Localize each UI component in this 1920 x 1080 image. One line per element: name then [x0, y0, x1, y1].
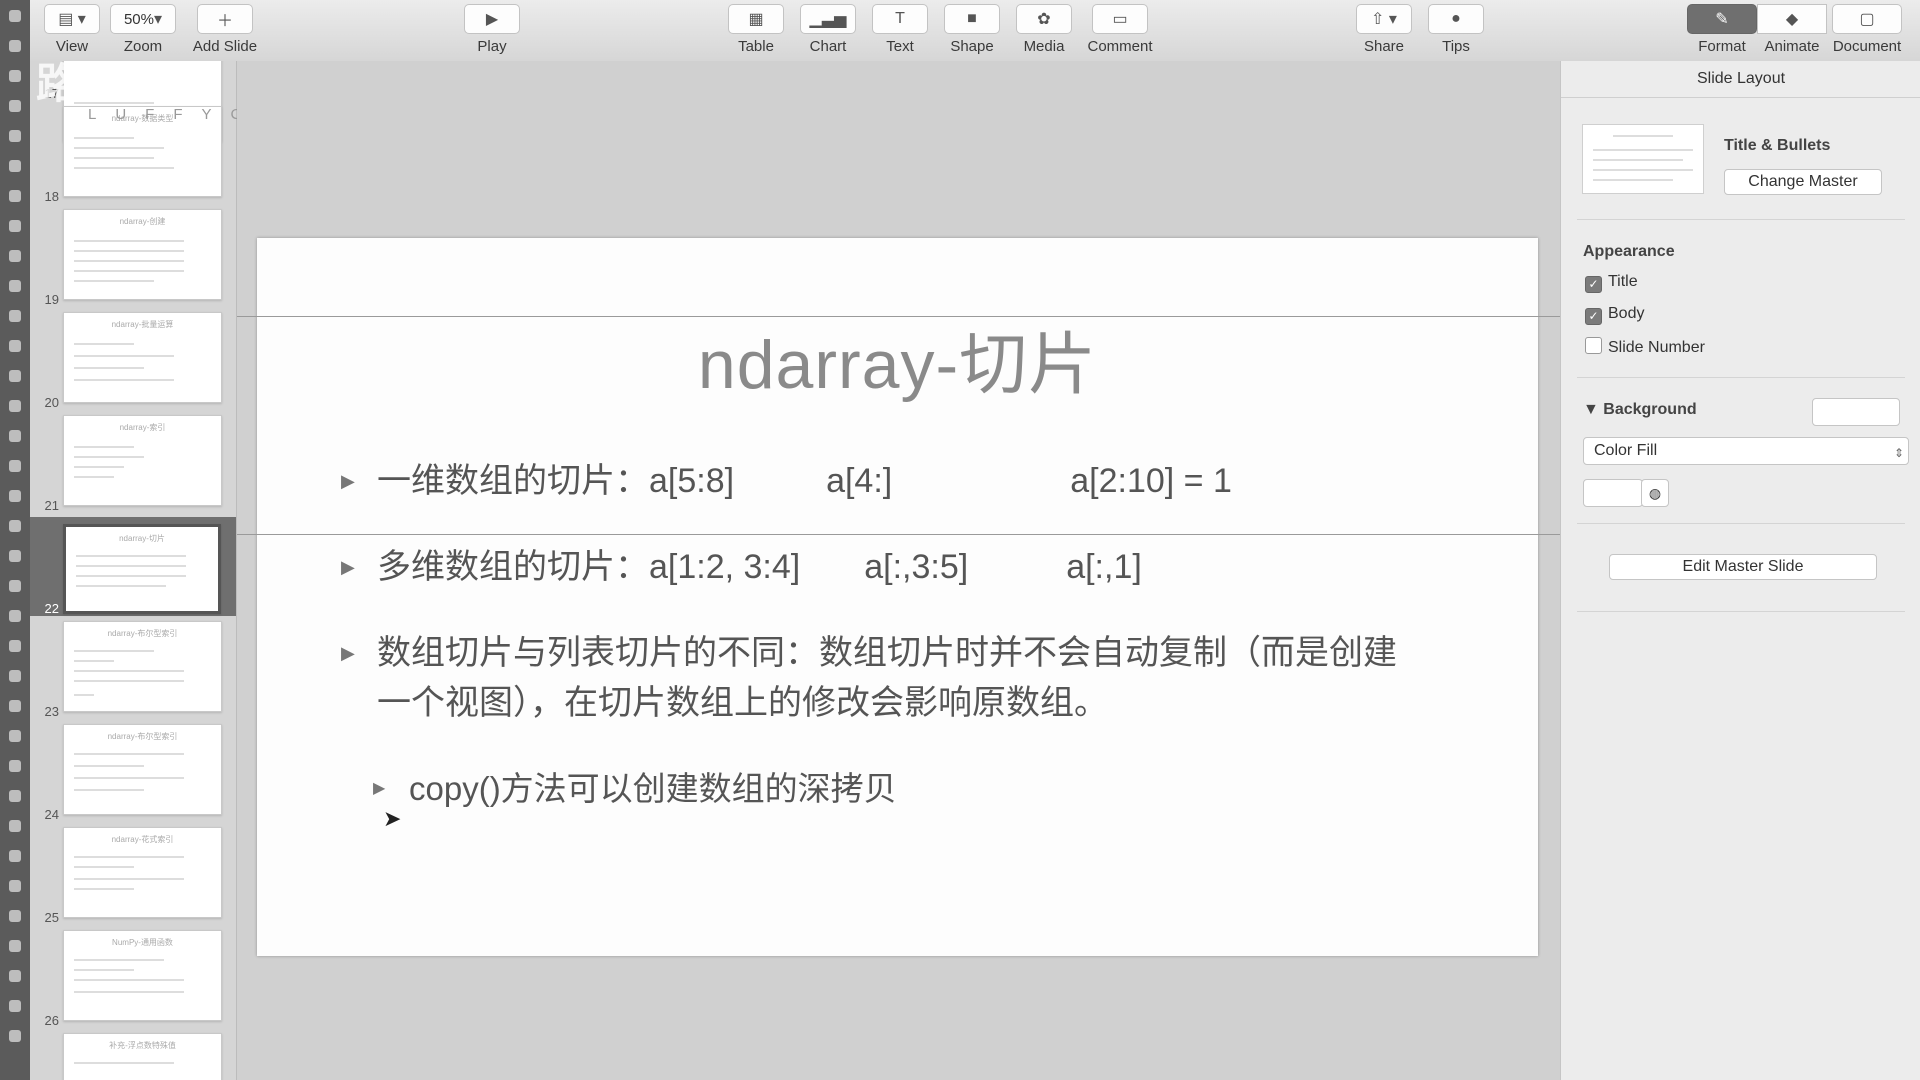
- bullet-arrow-icon: ▶: [341, 471, 355, 491]
- slide-number: 22: [44, 601, 59, 616]
- slide-title[interactable]: ndarray-切片: [257, 309, 1538, 408]
- comment-button[interactable]: ▭ Comment: [1082, 4, 1158, 55]
- slide-number-checkbox[interactable]: Slide Number: [1585, 337, 1705, 357]
- change-master-button[interactable]: Change Master: [1724, 169, 1882, 195]
- tips-icon: ●: [1451, 10, 1461, 27]
- background-color-well[interactable]: [1812, 398, 1900, 426]
- slide-number: 25: [44, 910, 59, 925]
- media-icon: ✿: [1037, 11, 1051, 28]
- sub-bullet-copy[interactable]: ▶ copy()方法可以创建数组的深拷贝: [373, 764, 897, 814]
- slide-number: 20: [44, 395, 59, 410]
- share-button[interactable]: ⇧ ▾ Share: [1354, 4, 1414, 55]
- slide-thumbnail[interactable]: ndarray-索引: [63, 415, 222, 506]
- bullet-1d-slicing[interactable]: ▶ 一维数组的切片：a[5:8] a[4:] a[2:10] = 1: [341, 456, 1232, 506]
- document-icon: ▢: [1859, 11, 1875, 28]
- chart-icon: ▁▃▅: [809, 11, 847, 28]
- slide-canvas: ndarray-切片 ▶ 一维数组的切片：a[5:8] a[4:] a[2:10] …: [237, 61, 1560, 1080]
- paintbrush-icon: ✎: [1715, 11, 1729, 28]
- dock: [0, 0, 30, 1080]
- checkmark-icon: ✓: [1585, 308, 1602, 325]
- format-button[interactable]: ✎ Format: [1687, 4, 1757, 55]
- mouse-cursor-icon: ➤: [383, 806, 402, 831]
- stepper-arrows-icon: ⇕: [1893, 446, 1904, 460]
- chevron-down-icon: ▾: [154, 11, 163, 28]
- text-button[interactable]: T Text: [870, 4, 930, 55]
- divider: [1577, 523, 1905, 524]
- media-button[interactable]: ✿ Media: [1014, 4, 1074, 55]
- disclosure-triangle-icon: ▼: [1583, 401, 1604, 418]
- slide-thumbnail-selected[interactable]: ndarray-切片: [63, 524, 221, 614]
- plus-icon: ＋: [216, 13, 233, 30]
- comment-icon: ▭: [1112, 11, 1128, 28]
- table-icon: ▦: [748, 11, 764, 28]
- share-icon: ⇧ ▾: [1371, 11, 1397, 28]
- bullet-slice-vs-list[interactable]: ▶ 数组切片与列表切片的不同：数组切片时并不会自动复制（而是创建 一个视图），在…: [341, 628, 1477, 728]
- divider: [1577, 611, 1905, 612]
- body-checkbox[interactable]: ✓ Body: [1585, 305, 1644, 325]
- bullet-arrow-icon: ▶: [341, 557, 355, 577]
- zoom-value: 50%: [123, 10, 154, 28]
- slide-number: 23: [44, 704, 59, 719]
- inspector-panel: Slide Layout Title & Bullets Change Mast…: [1560, 61, 1920, 1080]
- divider: [1577, 219, 1905, 220]
- slide-number: 26: [44, 1013, 59, 1028]
- slide-thumbnail[interactable]: NumPy-通用函数: [63, 930, 222, 1021]
- inspector-header: Slide Layout: [1561, 61, 1920, 98]
- animate-button[interactable]: ◆ Animate: [1757, 4, 1827, 55]
- slide-thumbnail[interactable]: ndarray-布尔型索引: [63, 724, 222, 815]
- slide-number: 21: [44, 498, 59, 513]
- slide-thumbnail[interactable]: 补充-浮点数特殊值: [63, 1033, 222, 1080]
- alignment-guide: [237, 534, 1560, 535]
- tips-button[interactable]: ● Tips: [1426, 4, 1486, 55]
- fill-type-select[interactable]: Color Fill ⇕: [1583, 437, 1909, 465]
- table-button[interactable]: ▦ Table: [726, 4, 786, 55]
- color-wheel-icon[interactable]: ◍: [1641, 479, 1669, 507]
- play-button[interactable]: ▶ Play: [462, 4, 522, 55]
- chart-button[interactable]: ▁▃▅ Chart: [798, 4, 858, 55]
- bullet-nd-slicing[interactable]: ▶ 多维数组的切片：a[1:2, 3:4] a[:,3:5] a[:,1]: [341, 542, 1142, 592]
- slide-number: 24: [44, 807, 59, 822]
- shape-button[interactable]: ■ Shape: [942, 4, 1002, 55]
- animate-icon: ◆: [1785, 11, 1799, 28]
- divider: [1577, 377, 1905, 378]
- zoom-button[interactable]: 50% ▾ Zoom: [110, 4, 176, 55]
- slide-thumbnail[interactable]: ndarray-花式索引: [63, 827, 222, 918]
- view-button[interactable]: ▤ ▾ View: [42, 4, 102, 55]
- background-heading[interactable]: ▼ Background: [1583, 401, 1697, 419]
- title-checkbox[interactable]: ✓ Title: [1585, 273, 1638, 293]
- add-slide-button[interactable]: ＋ Add Slide: [190, 4, 260, 55]
- text-icon: T: [895, 10, 905, 27]
- slide-thumbnail[interactable]: ndarray-布尔型索引: [63, 621, 222, 712]
- checkmark-icon: ✓: [1585, 276, 1602, 293]
- shape-icon: ■: [967, 10, 977, 27]
- document-button[interactable]: ▢ Document: [1827, 4, 1907, 55]
- slide-thumbnail[interactable]: ndarray-批量运算: [63, 312, 222, 403]
- bullet-arrow-icon: ▶: [341, 643, 355, 663]
- edit-master-slide-button[interactable]: Edit Master Slide: [1609, 554, 1877, 580]
- slide-number: 18: [44, 189, 59, 204]
- slide-navigator: 17 18 ndarray-数据类型 19 ndarray-创建 20 ndar…: [30, 61, 237, 1080]
- layout-thumbnail[interactable]: [1582, 124, 1704, 194]
- appearance-heading: Appearance: [1583, 243, 1675, 260]
- current-slide[interactable]: ndarray-切片 ▶ 一维数组的切片：a[5:8] a[4:] a[2:10] …: [237, 238, 1560, 956]
- fill-color-well[interactable]: [1583, 479, 1643, 507]
- play-icon: ▶: [485, 11, 499, 28]
- slide-thumbnail[interactable]: ndarray-创建: [63, 209, 222, 300]
- layout-name: Title & Bullets: [1724, 137, 1831, 154]
- slide-number: 19: [44, 292, 59, 307]
- sidebar-view-icon: ▤ ▾: [58, 11, 86, 28]
